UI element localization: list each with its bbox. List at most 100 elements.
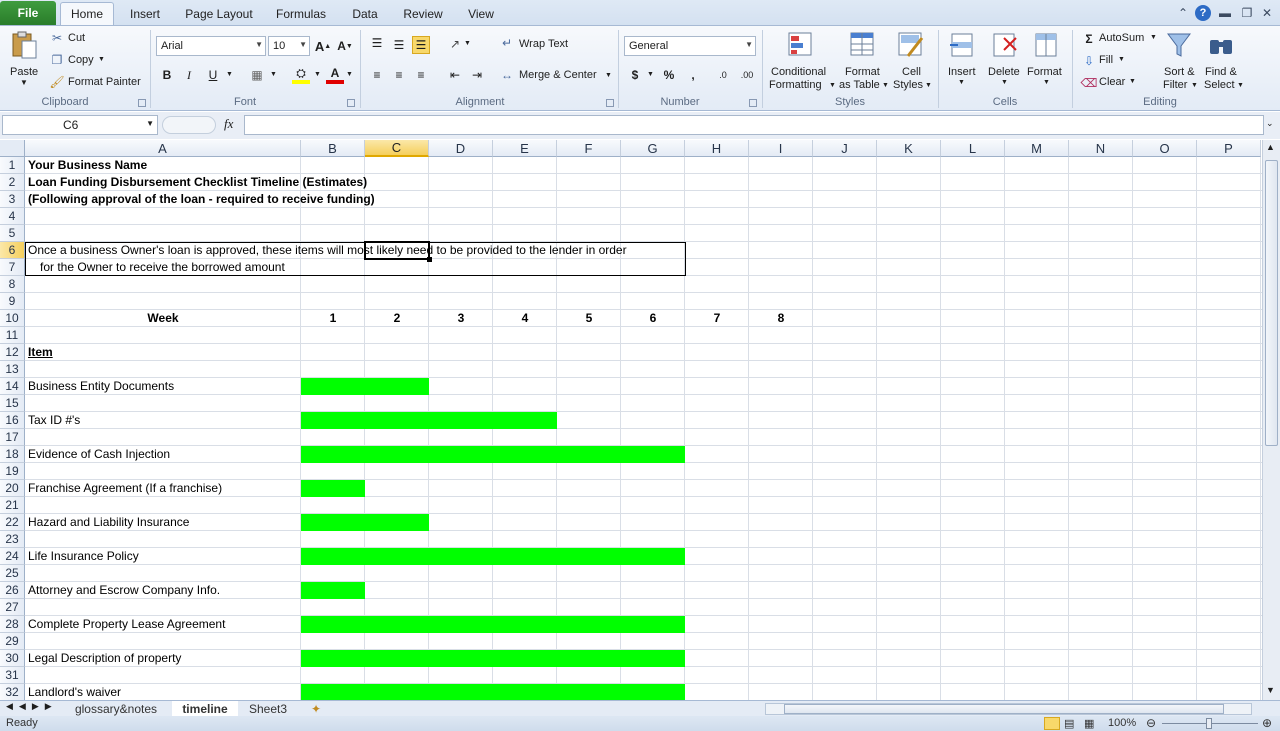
row-header-5[interactable]: 5 <box>0 225 25 242</box>
underline-dropdown-icon[interactable]: ▼ <box>226 71 233 78</box>
cut-button[interactable]: Cut <box>68 32 85 44</box>
scroll-up-icon[interactable]: ▲ <box>1266 142 1275 152</box>
tab-view[interactable]: View <box>458 2 504 25</box>
row-header-19[interactable]: 19 <box>0 463 25 480</box>
wrap-text-button[interactable]: Wrap Text <box>519 38 568 50</box>
column-header-d[interactable]: D <box>429 140 493 157</box>
help-icon[interactable]: ? <box>1194 4 1212 22</box>
row-header-6[interactable]: 6 <box>0 242 25 259</box>
vertical-scrollbar[interactable]: ▲ ▼ <box>1262 140 1280 700</box>
percent-icon[interactable]: % <box>660 66 678 84</box>
decrease-indent-icon[interactable]: ⇤ <box>446 66 464 84</box>
italic-icon[interactable]: I <box>180 66 198 84</box>
align-top-icon[interactable]: ☰ <box>368 34 386 52</box>
zoom-out-icon[interactable]: ⊖ <box>1146 716 1156 730</box>
vertical-scroll-thumb[interactable] <box>1265 160 1278 446</box>
sheet-tab-glossary[interactable]: glossary&notes <box>64 701 168 716</box>
orientation-icon[interactable]: ↗ <box>446 35 464 53</box>
row-header-24[interactable]: 24 <box>0 548 25 565</box>
format-cells-button[interactable]: Format <box>1027 66 1062 78</box>
tab-review[interactable]: Review <box>396 2 450 25</box>
row-header-10[interactable]: 10 <box>0 310 25 327</box>
expand-formula-bar-icon[interactable]: ⌄ <box>1266 118 1274 129</box>
format-cells-icon[interactable] <box>1032 30 1062 60</box>
clear-button[interactable]: Clear <box>1099 76 1125 88</box>
find-select-label2[interactable]: Select <box>1204 79 1235 91</box>
insert-dropdown-icon[interactable]: ▼ <box>958 79 965 86</box>
borders-dropdown-icon[interactable]: ▼ <box>270 71 277 78</box>
column-header-m[interactable]: M <box>1005 140 1069 157</box>
sort-filter-label1[interactable]: Sort & <box>1164 66 1195 78</box>
format-as-table-icon[interactable] <box>848 30 878 60</box>
format-as-table-dropdown-icon[interactable]: ▼ <box>882 82 889 89</box>
find-select-dropdown-icon[interactable]: ▼ <box>1237 82 1244 89</box>
fill-color-dropdown-icon[interactable]: ▼ <box>314 71 321 78</box>
row-header-8[interactable]: 8 <box>0 276 25 293</box>
row-header-7[interactable]: 7 <box>0 259 25 276</box>
delete-cells-icon[interactable] <box>990 30 1020 60</box>
scroll-down-icon[interactable]: ▼ <box>1266 685 1275 695</box>
font-dialog-launcher[interactable] <box>347 99 355 107</box>
column-header-b[interactable]: B <box>301 140 365 157</box>
row-header-1[interactable]: 1 <box>0 157 25 174</box>
font-color-icon[interactable]: A <box>326 66 344 84</box>
conditional-formatting-label1[interactable]: Conditional <box>771 66 826 78</box>
row-header-29[interactable]: 29 <box>0 633 25 650</box>
zoom-level[interactable]: 100% <box>1108 717 1136 729</box>
row-header-26[interactable]: 26 <box>0 582 25 599</box>
cell-styles-label1[interactable]: Cell <box>902 66 921 78</box>
column-header-k[interactable]: K <box>877 140 941 157</box>
copy-button[interactable]: Copy <box>68 54 94 66</box>
row-header-13[interactable]: 13 <box>0 361 25 378</box>
grow-font-icon[interactable]: A ▲ <box>314 37 332 55</box>
font-name-select[interactable]: Arial ▼ <box>156 36 266 56</box>
row-header-15[interactable]: 15 <box>0 395 25 412</box>
comma-style-icon[interactable]: , <box>684 66 702 84</box>
cell-styles-label2[interactable]: Styles <box>893 79 923 91</box>
worksheet-grid[interactable]: A B C D E F G H I J K L M N O P 1 2 3 4 5 6 7 8 9 10 11 12 13 14 15 16 1… <box>0 140 1262 700</box>
column-header-l[interactable]: L <box>941 140 1005 157</box>
row-header-18[interactable]: 18 <box>0 446 25 463</box>
row-header-3[interactable]: 3 <box>0 191 25 208</box>
row-header-4[interactable]: 4 <box>0 208 25 225</box>
name-box[interactable]: C6 ▼ <box>2 115 158 135</box>
fill-dropdown-icon[interactable]: ▼ <box>1118 56 1125 63</box>
column-header-h[interactable]: H <box>685 140 749 157</box>
row-header-22[interactable]: 22 <box>0 514 25 531</box>
row-header-30[interactable]: 30 <box>0 650 25 667</box>
increase-indent-icon[interactable]: ⇥ <box>468 66 486 84</box>
sort-filter-icon[interactable] <box>1164 30 1194 60</box>
alignment-dialog-launcher[interactable] <box>606 99 614 107</box>
tab-insert[interactable]: Insert <box>118 2 172 25</box>
column-header-g[interactable]: G <box>621 140 685 157</box>
align-middle-icon[interactable]: ☰ <box>390 36 408 54</box>
row-header-20[interactable]: 20 <box>0 480 25 497</box>
row-header-12[interactable]: 12 <box>0 344 25 361</box>
normal-view-icon[interactable] <box>1044 717 1060 730</box>
row-header-16[interactable]: 16 <box>0 412 25 429</box>
insert-function-icon[interactable]: fx <box>224 116 233 132</box>
file-tab[interactable]: File <box>0 1 56 25</box>
paste-icon[interactable] <box>10 30 40 60</box>
formula-input[interactable] <box>244 115 1264 135</box>
bold-icon[interactable]: B <box>158 66 176 84</box>
format-as-table-label2[interactable]: as Table <box>839 79 880 91</box>
row-header-31[interactable]: 31 <box>0 667 25 684</box>
insert-cells-icon[interactable] <box>948 30 978 60</box>
column-header-c[interactable]: C <box>365 140 429 157</box>
sheet-tab-timeline[interactable]: timeline <box>172 701 238 716</box>
sort-filter-dropdown-icon[interactable]: ▼ <box>1191 82 1198 89</box>
clipboard-dialog-launcher[interactable] <box>138 99 146 107</box>
row-header-25[interactable]: 25 <box>0 565 25 582</box>
autosum-dropdown-icon[interactable]: ▼ <box>1150 34 1157 41</box>
window-restore-icon[interactable]: ❐ <box>1238 4 1256 22</box>
align-left-icon[interactable]: ≡ <box>368 66 386 84</box>
number-dialog-launcher[interactable] <box>749 99 757 107</box>
cell-styles-dropdown-icon[interactable]: ▼ <box>925 82 932 89</box>
merge-center-button[interactable]: Merge & Center <box>519 69 597 81</box>
fill-color-icon[interactable]: ⛭ <box>292 66 310 84</box>
window-close-icon[interactable]: ✕ <box>1258 4 1276 22</box>
paste-dropdown-icon[interactable]: ▼ <box>20 78 28 87</box>
borders-icon[interactable]: ▦ <box>248 66 266 84</box>
insert-sheet-icon[interactable]: ✦ <box>302 701 330 716</box>
